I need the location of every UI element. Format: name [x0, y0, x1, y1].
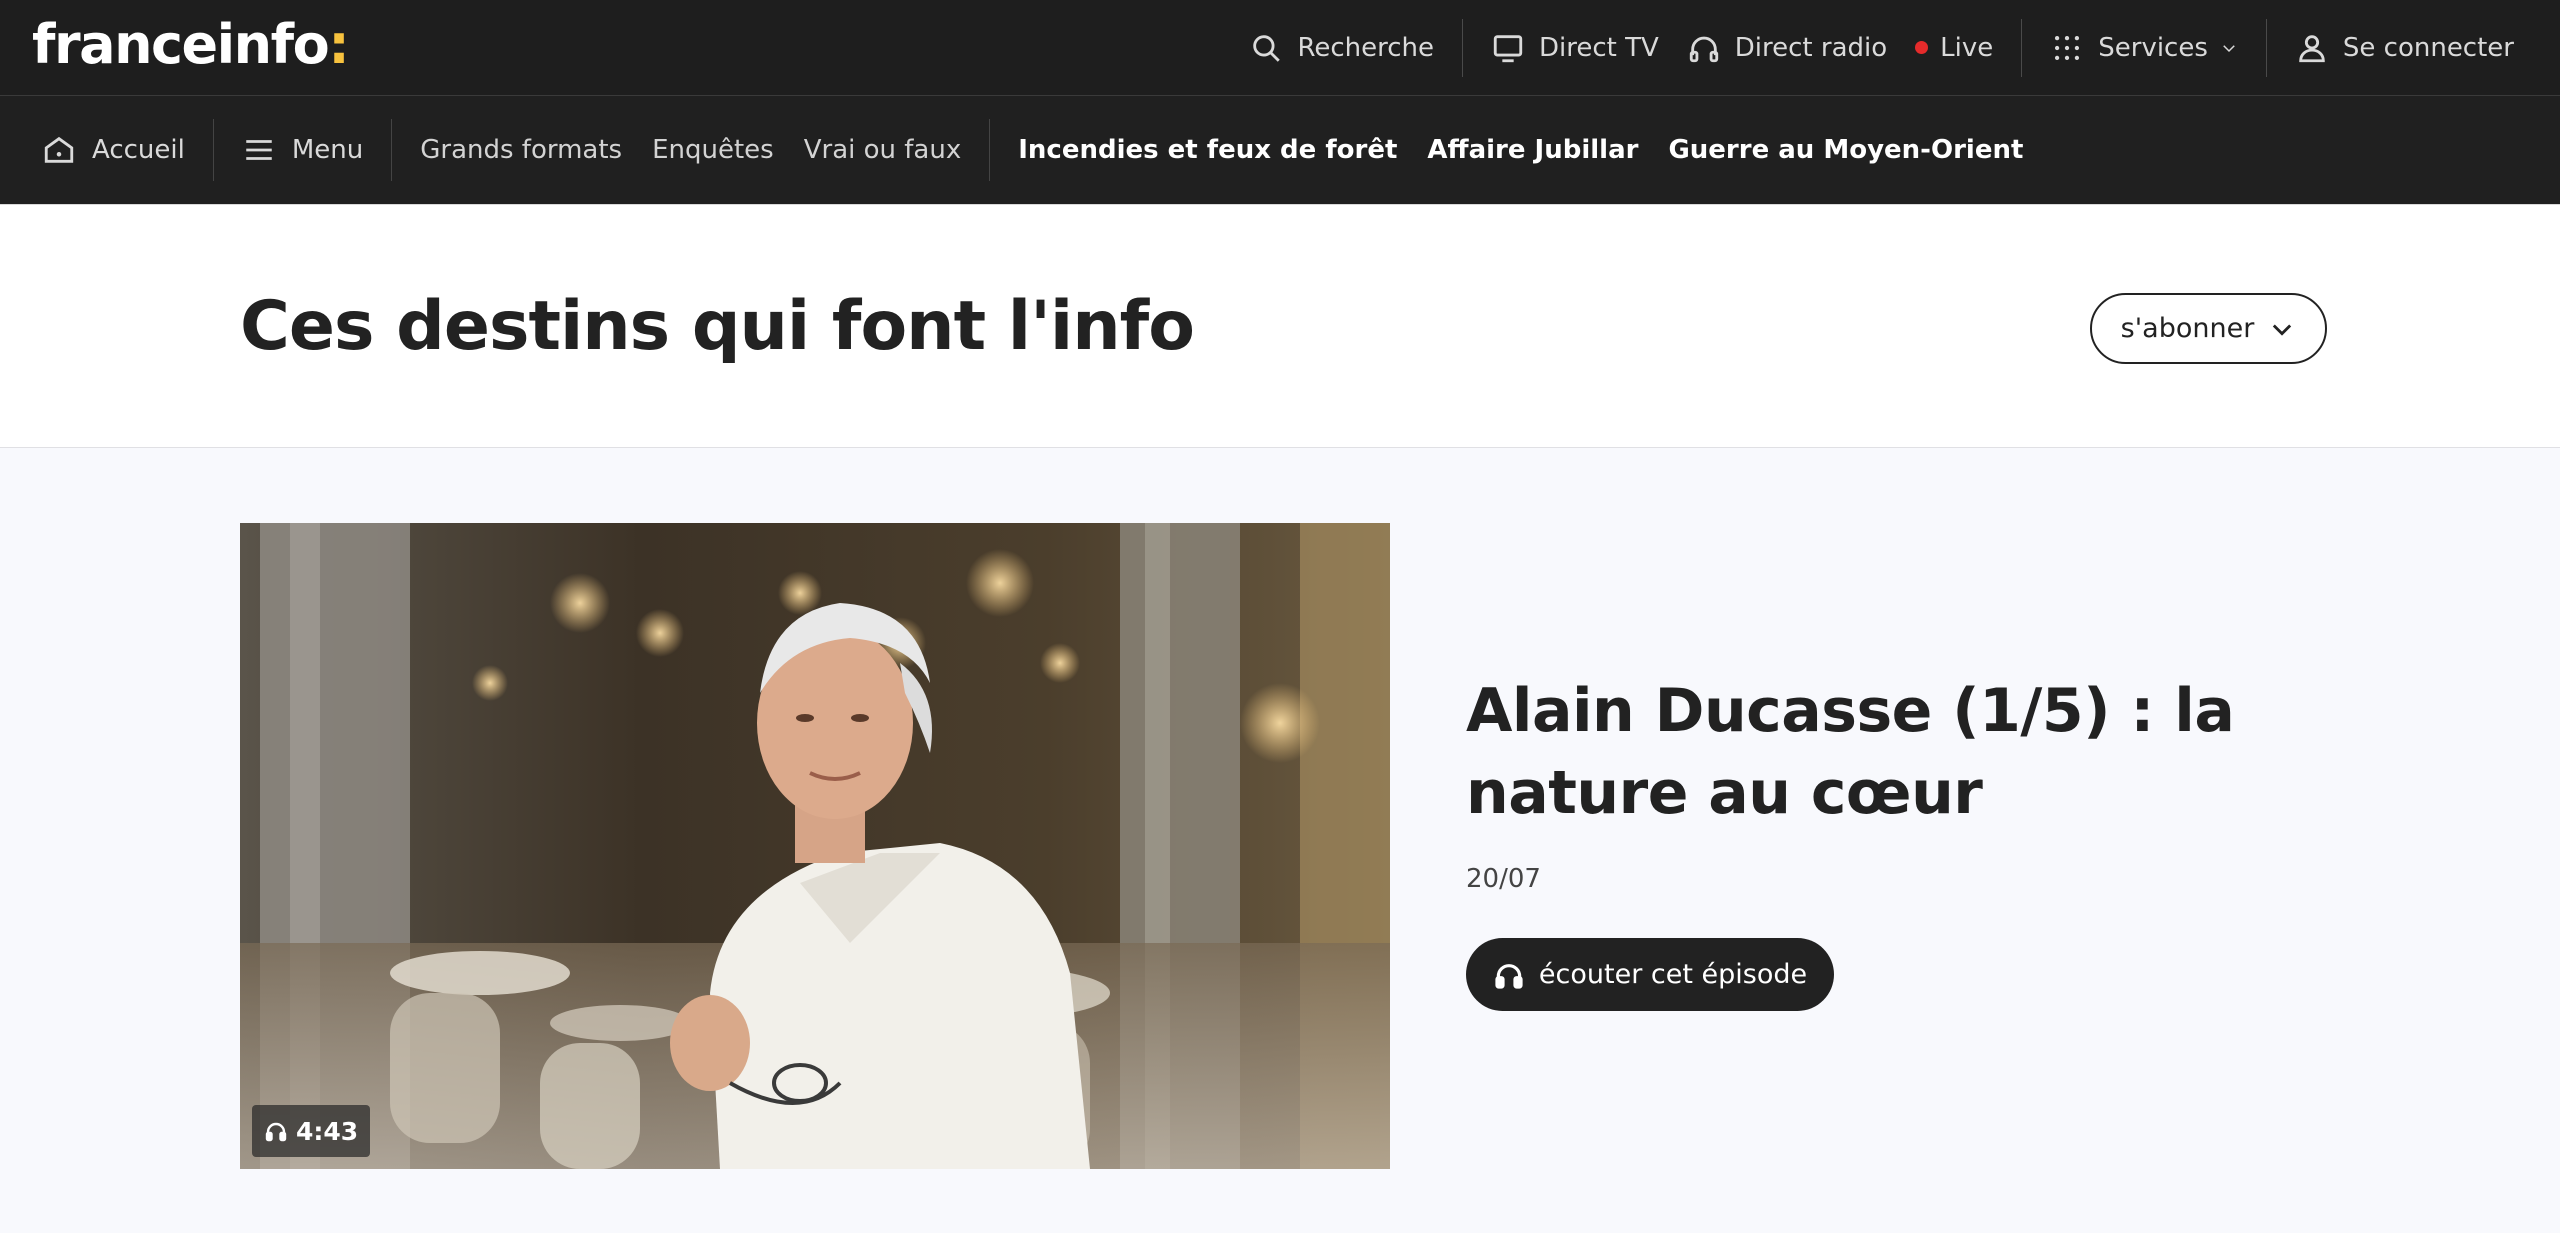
user-icon	[2299, 34, 2325, 62]
chef-portrait-image	[240, 523, 1390, 1169]
divider	[1462, 18, 1463, 77]
subscribe-label: s'abonner	[2120, 313, 2255, 344]
chevron-down-icon	[2223, 44, 2235, 52]
live-label: Live	[1940, 32, 1994, 63]
divider	[2021, 18, 2023, 77]
live-button[interactable]: Live	[1901, 0, 2007, 95]
nav-link-grands-formats[interactable]: Grands formats	[420, 135, 622, 165]
podcast-header: Ces destins qui font l'info s'abonner	[0, 205, 2560, 448]
nav-highlight-jubillar[interactable]: Affaire Jubillar	[1427, 135, 1638, 165]
login-label: Se connecter	[2342, 32, 2514, 63]
divider	[212, 119, 214, 181]
episode-section: 4:43 Alain Ducasse (1/5) : la nature au …	[0, 448, 2560, 1233]
home-icon	[44, 136, 74, 163]
nav-highlight-moyen-orient[interactable]: Guerre au Moyen-Orient	[1668, 135, 2023, 165]
nav-highlight-incendies[interactable]: Incendies et feux de forêt	[1018, 135, 1397, 165]
franceinfo-logo[interactable]: franceinfo:	[32, 17, 350, 72]
divider	[2265, 18, 2267, 77]
subscribe-button[interactable]: s'abonner	[2090, 293, 2327, 364]
duration-badge: 4:43	[252, 1105, 371, 1157]
logo-colon: :	[328, 12, 350, 76]
main-nav: Accueil Menu Grands formats Enquêtes Vra…	[0, 96, 2560, 205]
listen-episode-button[interactable]: écouter cet épisode	[1466, 938, 1834, 1011]
episode-date: 20/07	[1466, 864, 1541, 894]
search-icon	[1253, 34, 1281, 62]
listen-label: écouter cet épisode	[1538, 959, 1808, 990]
nav-menu[interactable]: Menu	[242, 133, 363, 167]
nav-menu-label: Menu	[291, 135, 364, 165]
headphones-icon	[265, 1122, 287, 1142]
divider	[391, 119, 393, 181]
headphones-icon	[1689, 36, 1718, 62]
nav-home-label: Accueil	[92, 135, 185, 165]
direct-tv-label: Direct TV	[1539, 32, 1659, 63]
hamburger-icon	[246, 140, 272, 160]
nav-home[interactable]: Accueil	[42, 133, 185, 167]
headphones-icon	[1495, 963, 1523, 989]
search-button[interactable]: Recherche	[1235, 0, 1448, 95]
top-actions: Recherche Direct TV Direct radio Live Se…	[1235, 0, 2528, 95]
episode-title[interactable]: Alain Ducasse (1/5) : la nature au cœur	[1466, 670, 2266, 834]
logo-text: franceinfo	[32, 12, 330, 76]
tv-icon	[1493, 34, 1523, 62]
services-button[interactable]: Services	[2036, 0, 2252, 95]
direct-radio-button[interactable]: Direct radio	[1673, 0, 1901, 95]
login-button[interactable]: Se connecter	[2281, 0, 2528, 95]
direct-tv-button[interactable]: Direct TV	[1477, 0, 1673, 95]
chevron-down-icon	[2273, 324, 2292, 336]
search-label: Recherche	[1297, 32, 1434, 63]
nav-link-vrai-ou-faux[interactable]: Vrai ou faux	[804, 135, 962, 165]
page-title: Ces destins qui font l'info	[240, 287, 1195, 366]
grid-icon	[2055, 35, 2080, 60]
duration-text: 4:43	[296, 1116, 359, 1146]
direct-radio-label: Direct radio	[1734, 32, 1888, 63]
live-dot-icon	[1915, 41, 1929, 54]
services-label: Services	[2098, 32, 2208, 63]
episode-info: Alain Ducasse (1/5) : la nature au cœur …	[1466, 670, 2266, 1011]
nav-link-enquetes[interactable]: Enquêtes	[652, 135, 774, 165]
top-bar: franceinfo: Recherche Direct TV Direct r…	[0, 0, 2560, 96]
divider	[989, 119, 991, 181]
episode-image[interactable]: 4:43	[240, 523, 1390, 1169]
